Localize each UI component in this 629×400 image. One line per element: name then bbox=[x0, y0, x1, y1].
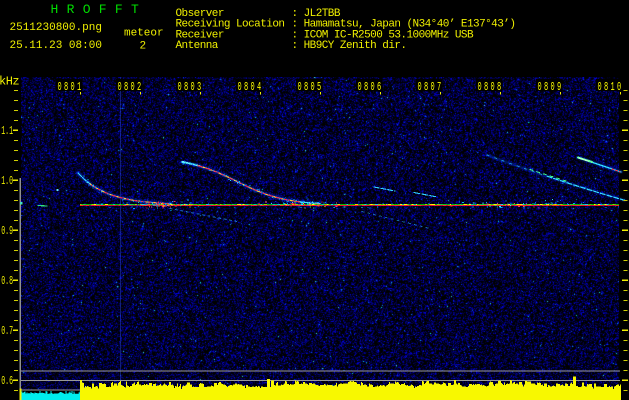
svg-text:0.9: 0.9 bbox=[1, 224, 13, 238]
svg-text:: HB9CY Zenith dir.: : HB9CY Zenith dir. bbox=[292, 40, 407, 52]
svg-text:Antenna: Antenna bbox=[176, 40, 219, 52]
svg-text:0.8: 0.8 bbox=[1, 274, 13, 288]
svg-text:kHz: kHz bbox=[0, 75, 19, 89]
svg-text:0.7: 0.7 bbox=[1, 324, 13, 338]
svg-text:0807: 0807 bbox=[418, 80, 444, 93]
svg-text:25.11.23 08:00: 25.11.23 08:00 bbox=[10, 40, 102, 52]
svg-text:0.6: 0.6 bbox=[1, 374, 13, 388]
svg-text:HROFFT: HROFFT bbox=[51, 2, 148, 17]
svg-text:1.1: 1.1 bbox=[1, 124, 13, 138]
svg-text:0802: 0802 bbox=[118, 80, 144, 93]
svg-text:0808: 0808 bbox=[478, 80, 504, 93]
svg-text:0803: 0803 bbox=[178, 80, 204, 93]
svg-text:2: 2 bbox=[140, 41, 147, 53]
svg-text:2511230800.png: 2511230800.png bbox=[10, 22, 102, 34]
svg-text:0810: 0810 bbox=[598, 80, 624, 93]
svg-text:0809: 0809 bbox=[538, 80, 564, 93]
svg-text:1.0: 1.0 bbox=[1, 174, 13, 188]
svg-text:0806: 0806 bbox=[358, 80, 384, 93]
svg-text:meteor: meteor bbox=[124, 28, 164, 40]
svg-text:0805: 0805 bbox=[298, 80, 324, 93]
svg-text:0804: 0804 bbox=[238, 80, 264, 93]
svg-text:0801: 0801 bbox=[58, 80, 84, 93]
